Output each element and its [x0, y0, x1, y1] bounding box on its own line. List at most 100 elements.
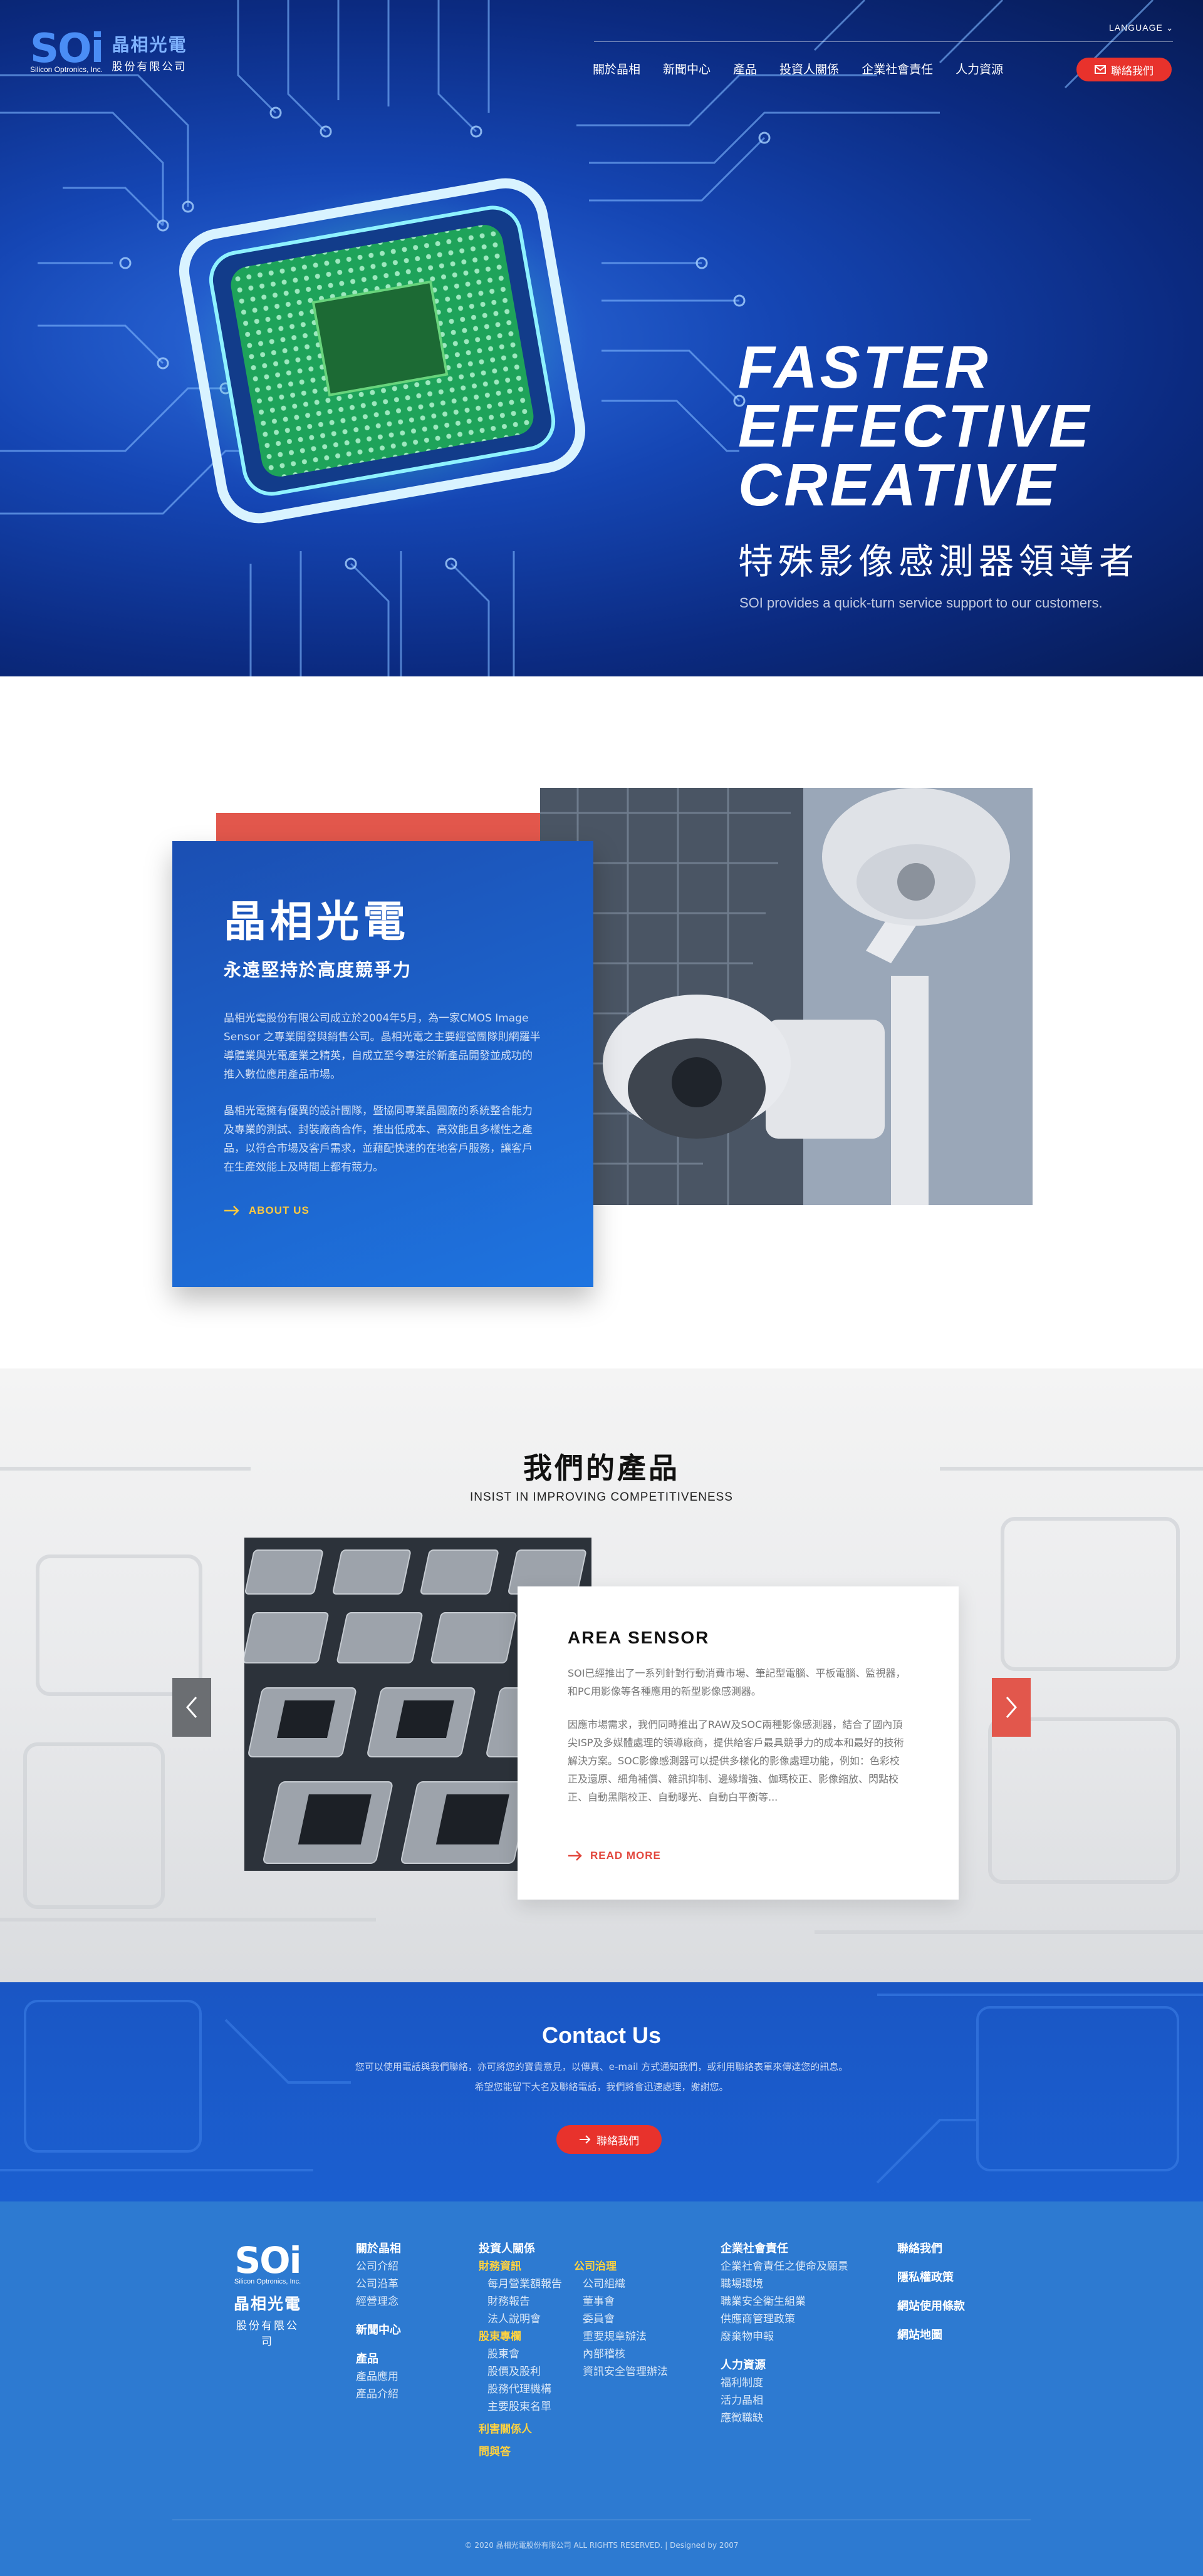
footer-link[interactable]: 職業安全衛生組業 — [721, 2293, 848, 2310]
footer-logo-mark-subtitle: Silicon Optronics, Inc. — [234, 2278, 301, 2285]
nav-item-about[interactable]: 關於晶相 — [593, 60, 640, 77]
footer-subheading[interactable]: 問與答 — [479, 2443, 562, 2461]
footer-logo[interactable]: SOi Silicon Optronics, Inc. 晶相光電 股份有限公司 — [231, 2242, 305, 2348]
nav-item-hr[interactable]: 人力資源 — [956, 60, 1003, 77]
nav-item-news[interactable]: 新聞中心 — [663, 60, 711, 77]
footer-link[interactable]: 產品介紹 — [356, 2386, 401, 2403]
hero-banner: SOi Silicon Optronics, Inc. 晶相光電 股份有限公司 … — [0, 0, 1203, 676]
copyright-text: © 2020 晶相光電股份有限公司 ALL RIGHTS RESERVED. |… — [464, 2541, 739, 2550]
footer-heading[interactable]: 關於晶相 — [356, 2240, 401, 2258]
mail-icon — [1095, 65, 1106, 74]
contact-description: 希望您能留下大名及聯絡電話，我們將會迅速處理，謝謝您。 — [474, 2081, 729, 2092]
footer-link[interactable]: 活力晶相 — [721, 2392, 848, 2409]
footer-link[interactable]: 股務代理機構 — [479, 2381, 562, 2398]
products-title: 我們的產品 — [523, 1451, 680, 1485]
footer-link[interactable]: 每月營業額報告 — [479, 2275, 562, 2293]
logo-mark-subtitle: Silicon Optronics, Inc. — [30, 65, 103, 74]
footer-column-csr: 企業社會責任 企業社會責任之使命及願景 職場環境 職業安全衛生組業 供應商管理政… — [721, 2240, 848, 2427]
product-name: AREA SENSOR — [568, 1628, 710, 1647]
footer-column-investors: 投資人關係 財務資訊 每月營業額報告 財務報告 法人說明會 股東專欄 股東會 股… — [479, 2240, 562, 2461]
logo-mark: SOi — [30, 26, 104, 72]
nav-item-csr[interactable]: 企業社會責任 — [862, 60, 933, 77]
hero-title-line: CREATIVE — [738, 452, 1058, 519]
footer-link[interactable]: 內部稽核 — [574, 2346, 668, 2363]
footer-subheading[interactable]: 股東專欄 — [479, 2328, 562, 2346]
logo-company-type: 股份有限公司 — [112, 60, 187, 73]
security-camera-photo — [540, 788, 1033, 1205]
header-contact-button[interactable]: 聯絡我們 — [1076, 58, 1172, 81]
about-card: 晶相光電 永遠堅持於高度競爭力 晶相光電股份有限公司成立於2004年5月，為一家… — [172, 841, 593, 1287]
footer-heading[interactable]: 人力資源 — [721, 2357, 848, 2374]
footer-company-name: 晶相光電 — [233, 2295, 301, 2313]
footer-link[interactable]: 財務報告 — [479, 2293, 562, 2310]
footer-link[interactable]: 供應商管理政策 — [721, 2310, 848, 2328]
footer-link[interactable]: 企業社會責任之使命及願景 — [721, 2258, 848, 2275]
site-footer: SOi Silicon Optronics, Inc. 晶相光電 股份有限公司 … — [0, 2201, 1203, 2576]
chevron-left-icon — [186, 1697, 197, 1718]
footer-link[interactable]: 公司沿革 — [356, 2275, 401, 2293]
footer-link[interactable]: 廢棄物申報 — [721, 2328, 848, 2346]
footer-link[interactable]: 資訊安全管理辦法 — [574, 2363, 668, 2381]
about-subtitle: 永遠堅持於高度競爭力 — [224, 960, 412, 980]
footer-heading[interactable]: 投資人關係 — [479, 2240, 562, 2258]
contact-us-label: 聯絡我們 — [596, 2134, 639, 2148]
product-description: SOI已經推出了一系列針對行動消費市場、筆記型電腦、平板電腦、監視器，和PC用影… — [568, 1667, 906, 1697]
read-more-link[interactable]: READ MORE — [568, 1849, 661, 1862]
contact-title: Contact Us — [541, 2022, 662, 2048]
footer-heading[interactable]: 隱私權政策 — [897, 2269, 965, 2287]
footer-column-misc: 聯絡我們 隱私權政策 網站使用條款 網站地圖 — [897, 2240, 965, 2344]
arrow-right-icon — [224, 1206, 239, 1216]
footer-link[interactable]: 公司組織 — [574, 2275, 668, 2293]
footer-column-about: 關於晶相 公司介紹 公司沿革 經營理念 新聞中心 產品 產品應用 產品介紹 — [356, 2240, 401, 2403]
footer-link[interactable]: 產品應用 — [356, 2368, 401, 2386]
footer-link[interactable]: 法人說明會 — [479, 2310, 562, 2328]
read-more-label: READ MORE — [590, 1849, 661, 1861]
product-card: AREA SENSOR SOI已經推出了一系列針對行動消費市場、筆記型電腦、平板… — [518, 1586, 959, 1900]
footer-link[interactable]: 職場環境 — [721, 2275, 848, 2293]
contact-section: Contact Us 您可以使用電話與我們聯絡，亦可將您的寶貴意見，以傳真、e-… — [0, 1982, 1203, 2201]
footer-subheading[interactable]: 公司治理 — [574, 2258, 668, 2275]
footer-link[interactable]: 經營理念 — [356, 2293, 401, 2310]
footer-heading[interactable]: 聯絡我們 — [897, 2240, 965, 2258]
footer-heading[interactable]: 企業社會責任 — [721, 2240, 848, 2258]
footer-heading[interactable]: 新聞中心 — [356, 2322, 401, 2339]
hero-title-line: EFFECTIVE — [738, 393, 1092, 460]
language-selector[interactable]: LANGUAGE ⌄ — [1109, 23, 1174, 33]
product-description: 因應市場需求，我們同時推出了RAW及SOC兩種影像感測器，結合了國內頂尖ISP及… — [568, 1719, 904, 1803]
chevron-down-icon: ⌄ — [1165, 23, 1174, 33]
footer-heading[interactable]: 網站使用條款 — [897, 2298, 965, 2315]
footer-link[interactable]: 主要股東名單 — [479, 2398, 562, 2416]
hero-title: FASTER EFFECTIVE CREATIVE — [738, 338, 1091, 515]
footer-link[interactable]: 董事會 — [574, 2293, 668, 2310]
footer-heading[interactable]: 網站地圖 — [897, 2327, 965, 2344]
footer-link[interactable]: 股東會 — [479, 2346, 562, 2363]
hero-subtitle-cn: 特殊影像感測器領導者 — [738, 542, 1139, 582]
site-logo[interactable]: SOi Silicon Optronics, Inc. 晶相光電 股份有限公司 — [30, 26, 187, 74]
footer-link[interactable]: 公司介紹 — [356, 2258, 401, 2275]
products-subtitle: INSIST IN IMPROVING COMPETITIVENESS — [470, 1491, 733, 1504]
footer-column-governance: 公司治理 公司組織 董事會 委員會 重要規章辦法 內部稽核 資訊安全管理辦法 — [574, 2258, 668, 2381]
nav-item-investors[interactable]: 投資人關係 — [779, 60, 839, 77]
footer-subheading[interactable]: 利害關係人 — [479, 2421, 562, 2438]
about-paragraph: 晶相光電擁有優異的設計團隊，暨協同專業晶圓廠的系統整合能力及專業的測試、封裝廠商… — [224, 1105, 533, 1174]
chevron-right-icon — [1006, 1697, 1017, 1718]
main-nav: 關於晶相 新聞中心 產品 投資人關係 企業社會責任 人力資源 — [593, 60, 1026, 77]
nav-item-products[interactable]: 產品 — [733, 60, 757, 77]
footer-heading[interactable]: 產品 — [356, 2351, 401, 2368]
products-section: 我們的產品 INSIST IN IMPROVING COMPETITIVENES… — [0, 1368, 1203, 1982]
footer-link[interactable]: 福利制度 — [721, 2374, 848, 2392]
carousel-next-button[interactable] — [992, 1678, 1031, 1737]
about-title: 晶相光電 — [224, 897, 410, 947]
carousel-prev-button[interactable] — [172, 1678, 211, 1737]
footer-link[interactable]: 股價及股利 — [479, 2363, 562, 2381]
arrow-right-icon — [568, 1851, 582, 1861]
footer-subheading[interactable]: 財務資訊 — [479, 2258, 562, 2275]
about-paragraph: 晶相光電股份有限公司成立於2004年5月，為一家CMOS Image Senso… — [224, 1012, 541, 1081]
about-us-link[interactable]: ABOUT US — [224, 1204, 310, 1217]
footer-link[interactable]: 委員會 — [574, 2310, 668, 2328]
contact-us-button[interactable]: 聯絡我們 — [556, 2125, 662, 2154]
footer-link[interactable]: 重要規章辦法 — [574, 2328, 668, 2346]
hero-title-line: FASTER — [738, 334, 991, 401]
arrow-right-icon — [580, 2135, 591, 2144]
footer-link[interactable]: 應徵職缺 — [721, 2409, 848, 2427]
